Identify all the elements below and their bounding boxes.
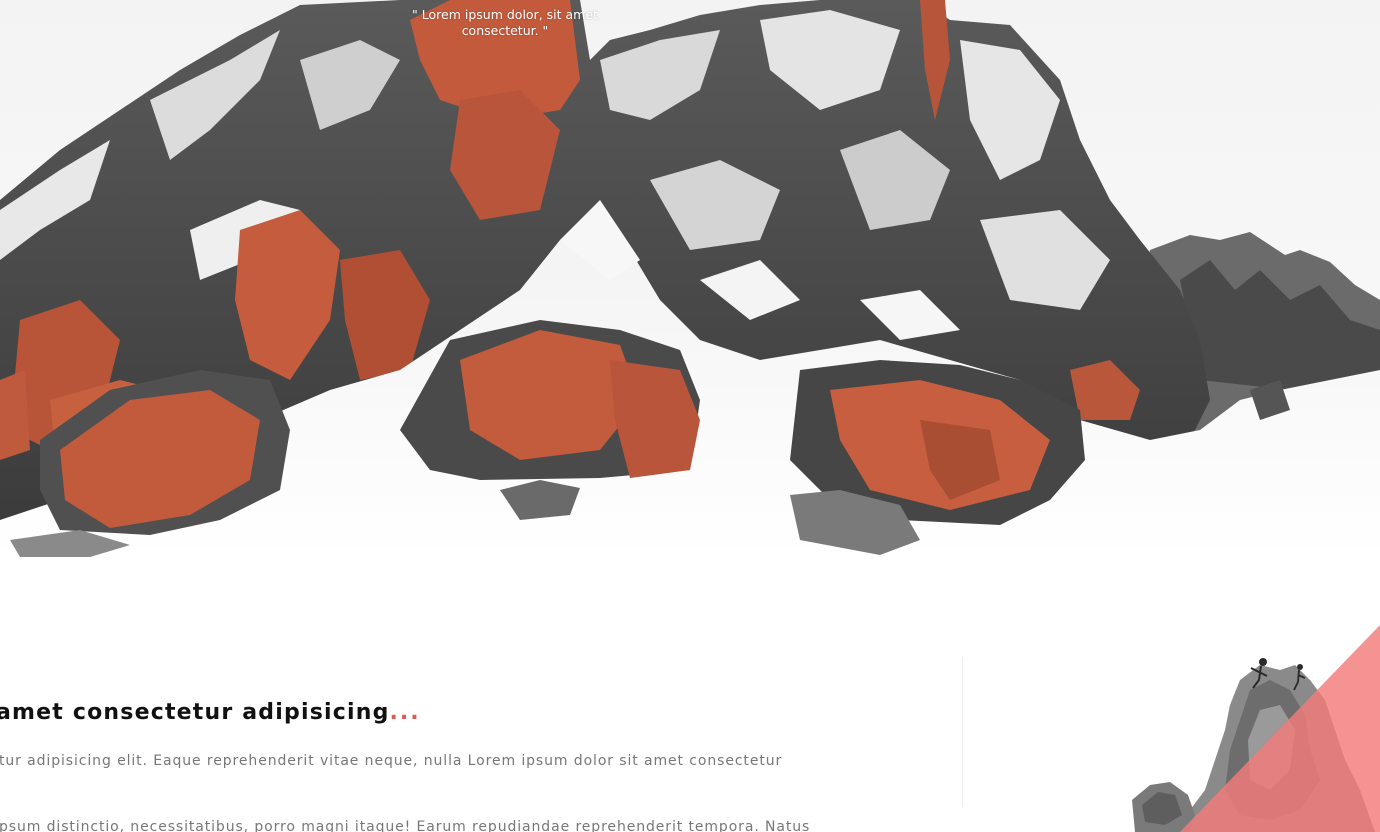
article-heading-text: amet consectetur adipisicing	[0, 700, 390, 725]
article-paragraph-1: tur adipisicing elit. Eaque reprehenderi…	[0, 753, 783, 769]
hero-image: " Lorem ipsum dolor, sit amet consectetu…	[0, 0, 1380, 557]
climber-artwork	[1120, 620, 1380, 832]
article-paragraph-2: psum distinctio, necessitatibus, porro m…	[0, 819, 811, 832]
article-heading: amet consectetur adipisicing...	[0, 700, 421, 725]
mountain-illustration	[0, 0, 1380, 557]
vertical-divider	[962, 657, 963, 807]
heading-accent-ellipsis: ...	[389, 700, 421, 725]
page: " Lorem ipsum dolor, sit amet consectetu…	[0, 0, 1380, 832]
climber-illustration	[1132, 625, 1380, 832]
hero-quote: " Lorem ipsum dolor, sit amet consectetu…	[412, 7, 598, 38]
